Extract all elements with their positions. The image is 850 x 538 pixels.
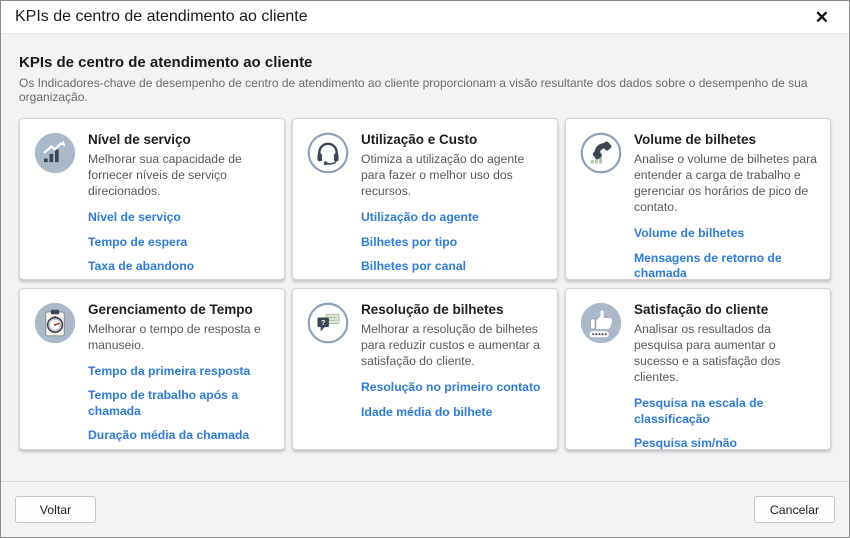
card-description: Melhorar sua capacidade de fornecer níve… [88, 151, 274, 199]
card-title: Gerenciamento de Tempo [88, 302, 274, 317]
kpi-link[interactable]: Pesquisa na escala de classificação [634, 396, 820, 427]
kpi-link[interactable]: Tempo de espera [88, 235, 274, 250]
dialog-content: KPIs de centro de atendimento ao cliente… [1, 34, 849, 481]
card-title: Satisfação do cliente [634, 302, 820, 317]
card-description: Analisar os resultados da pesquisa para … [634, 321, 820, 385]
card-description: Melhorar a resolução de bilhetes para re… [361, 321, 547, 369]
kpi-link[interactable]: Bilhetes por tipo [361, 235, 547, 250]
stopwatch-clipboard-icon [33, 301, 77, 345]
page-subtitle: Os Indicadores-chave de desempenho de ce… [19, 76, 831, 104]
kpi-link[interactable]: Idade média do bilhete [361, 405, 547, 420]
kpi-link[interactable]: Nível de serviço [88, 210, 274, 225]
kpi-link[interactable]: Mensagens de retorno de chamada [634, 251, 820, 280]
card-utilizacao-e-custo: Utilização e Custo Otimiza a utilização … [292, 118, 558, 280]
card-title: Nível de serviço [88, 132, 274, 147]
card-resolucao-de-bilhetes: ? Resolução de bilhetes Melhorar a resol… [292, 288, 558, 450]
card-description: Otimiza a utilização do agente para faze… [361, 151, 547, 199]
phone-volume-icon [579, 131, 623, 175]
card-title: Resolução de bilhetes [361, 302, 547, 317]
dialog-titlebar: KPIs de centro de atendimento ao cliente… [1, 1, 849, 34]
thumbs-up-icon [579, 301, 623, 345]
card-description: Melhorar o tempo de resposta e manuseio. [88, 321, 274, 353]
card-nivel-de-servico: Nível de serviço Melhorar sua capacidade… [19, 118, 285, 280]
kpi-link[interactable]: Taxa de abandono [88, 259, 274, 274]
dialog-title: KPIs de centro de atendimento ao cliente [15, 8, 308, 26]
kpi-link[interactable]: Utilização do agente [361, 210, 547, 225]
bar-chart-trend-icon [33, 131, 77, 175]
card-description: Analise o volume de bilhetes para entend… [634, 151, 820, 215]
kpi-link[interactable]: Pesquisa sim/não [634, 436, 820, 450]
close-icon[interactable]: ✕ [811, 7, 833, 28]
svg-text:?: ? [321, 318, 326, 327]
card-volume-de-bilhetes: Volume de bilhetes Analise o volume de b… [565, 118, 831, 280]
kpi-link[interactable]: Bilhetes por canal [361, 259, 547, 274]
dialog-footer: Voltar Cancelar [1, 481, 849, 537]
kpi-link[interactable]: Tempo da primeira resposta [88, 364, 274, 379]
chat-question-icon: ? [306, 301, 350, 345]
card-gerenciamento-de-tempo: Gerenciamento de Tempo Melhorar o tempo … [19, 288, 285, 450]
kpi-dialog-window: KPIs de centro de atendimento ao cliente… [0, 0, 850, 538]
kpi-card-grid: Nível de serviço Melhorar sua capacidade… [19, 118, 831, 450]
card-title: Utilização e Custo [361, 132, 547, 147]
back-button[interactable]: Voltar [15, 496, 96, 523]
page-title: KPIs de centro de atendimento ao cliente [19, 54, 831, 71]
kpi-link[interactable]: Resolução no primeiro contato [361, 380, 547, 395]
cancel-button[interactable]: Cancelar [754, 496, 835, 523]
kpi-link[interactable]: Volume de bilhetes [634, 226, 820, 241]
kpi-link[interactable]: Duração média da chamada [88, 428, 274, 443]
headset-icon [306, 131, 350, 175]
card-satisfacao-do-cliente: Satisfação do cliente Analisar os result… [565, 288, 831, 450]
card-title: Volume de bilhetes [634, 132, 820, 147]
kpi-link[interactable]: Tempo de trabalho após a chamada [88, 388, 274, 419]
